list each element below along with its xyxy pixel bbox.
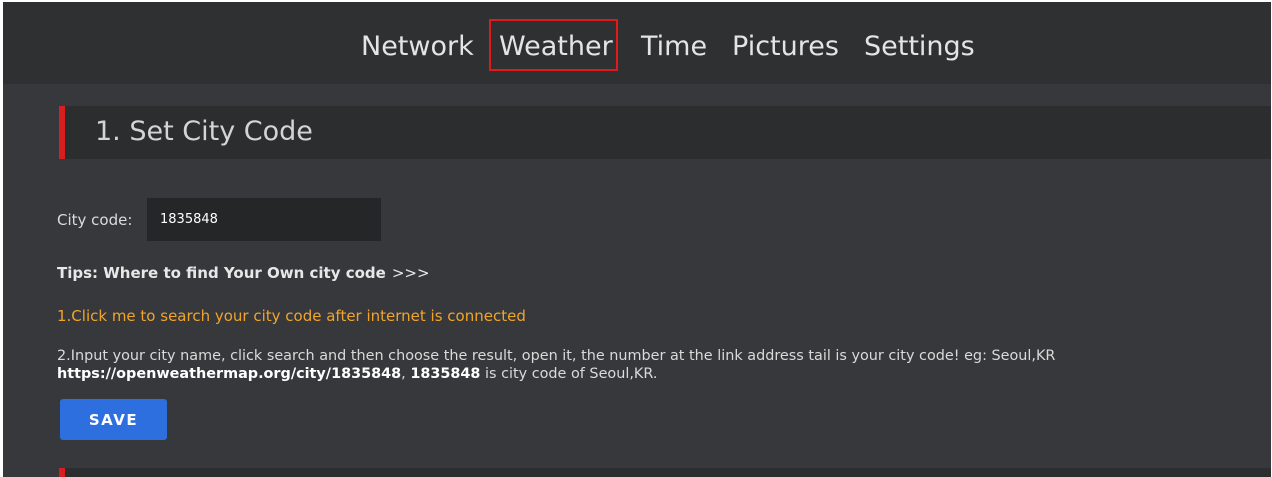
city-code-input[interactable] — [147, 198, 381, 241]
main-content: 1. Set City Code City code: Tips: Where … — [3, 84, 1271, 477]
section-header: 1. Set City Code — [59, 106, 1271, 159]
top-nav: Network Weather Time Pictures Settings — [3, 2, 1271, 84]
example-url: https://openweathermap.org/city/1835848 — [57, 366, 402, 382]
nav-item-pictures[interactable]: Pictures — [732, 30, 839, 64]
nav-item-network[interactable]: Network — [361, 30, 474, 64]
save-button[interactable]: SAVE — [60, 399, 167, 440]
nav-item-weather[interactable]: Weather — [499, 30, 613, 64]
city-code-label: City code: — [57, 211, 133, 229]
section-title: 1. Set City Code — [95, 116, 313, 147]
instructions-body: 2.Input your city name, click search and… — [57, 348, 1056, 364]
section-accent-bar — [59, 106, 65, 159]
example-separator: , — [401, 366, 411, 382]
tips-arrows: >>> — [391, 264, 430, 282]
next-section-accent-bar — [59, 468, 65, 477]
tips-text: Tips: Where to find Your Own city code — [57, 264, 386, 282]
instructions-text: 2.Input your city name, click search and… — [57, 347, 1247, 383]
search-city-code-link[interactable]: 1.Click me to search your city code afte… — [57, 306, 526, 326]
example-city-code: 1835848 — [410, 366, 481, 382]
nav-item-settings[interactable]: Settings — [864, 30, 975, 64]
next-section-header — [59, 468, 1271, 477]
tips-heading: Tips: Where to find Your Own city code >>… — [57, 263, 430, 283]
app-window: Network Weather Time Pictures Settings 1… — [0, 0, 1272, 477]
nav-item-time[interactable]: Time — [641, 30, 707, 64]
example-suffix: is city code of Seoul,KR. — [480, 366, 658, 382]
